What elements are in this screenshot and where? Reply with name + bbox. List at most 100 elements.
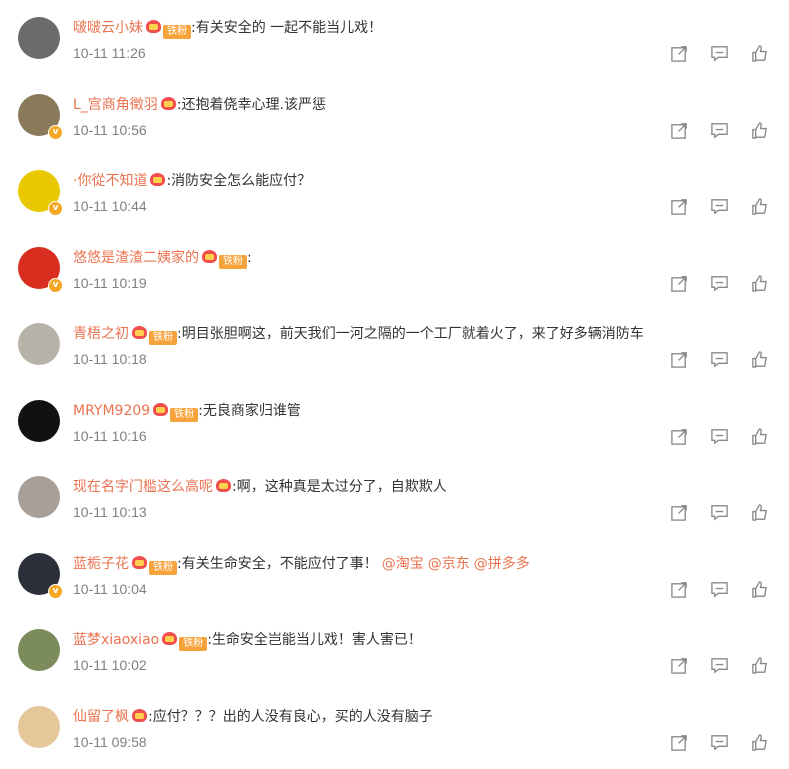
comment-icon[interactable] (710, 427, 729, 446)
avatar-image (18, 629, 60, 671)
like-icon[interactable] (750, 503, 769, 522)
like-icon[interactable] (750, 44, 769, 63)
username-link[interactable]: MRYM9209 (73, 403, 150, 419)
crown-icon (132, 708, 148, 723)
share-icon[interactable] (670, 733, 689, 752)
comment-item: v L_宫商角徵羽:还抱着侥幸心理.该严惩 10-11 10:56 (0, 77, 789, 154)
user-avatar[interactable] (18, 629, 60, 671)
comment-content: L_宫商角徵羽:还抱着侥幸心理.该严惩 (73, 94, 769, 116)
fan-badge: 铁粉 (219, 254, 247, 269)
username-link[interactable]: 现在名字门槛这么高呢 (73, 479, 213, 495)
comment-icon[interactable] (710, 274, 729, 293)
crown-icon (216, 479, 232, 493)
user-avatar[interactable] (18, 399, 60, 442)
avatar-image (18, 17, 60, 59)
username-link[interactable]: 悠悠是渣渣二姨家的 (73, 250, 199, 266)
comment-item: MRYM9209 铁粉:无良商家归谁管 10-11 10:16 (0, 383, 789, 460)
fan-badge: 铁粉 (179, 637, 208, 651)
share-icon[interactable] (670, 274, 689, 293)
comment-actions (670, 427, 769, 446)
username-link[interactable]: 蓝梦xiaoxiao (73, 632, 159, 648)
like-icon[interactable] (750, 733, 769, 752)
share-icon[interactable] (670, 503, 689, 522)
crown-icon (150, 173, 166, 187)
comment-icon[interactable] (710, 733, 729, 752)
share-icon[interactable] (670, 350, 689, 369)
comment-timestamp: 10-11 10:04 (73, 580, 147, 597)
comment-timestamp: 10-11 10:13 (73, 504, 147, 520)
comment-item: 啵啵云小妹 铁粉:有关安全的 一起不能当儿戏！ 10-11 11:26 (0, 0, 789, 77)
like-icon[interactable] (750, 197, 769, 216)
user-avatar[interactable] (18, 323, 60, 365)
crown-icon (202, 249, 218, 264)
comment-content: 现在名字门槛这么高呢:啊，这种真是太过分了，自欺欺人 (73, 476, 769, 498)
comment-item: v 蓝栀子花 铁粉:有关生命安全，不能应付了事！ @淘宝 @京东 @拼多多 10-11 10… (0, 536, 789, 613)
comment-icon[interactable] (710, 197, 729, 216)
user-avatar[interactable] (18, 476, 60, 518)
username-link[interactable]: L_宫商角徵羽 (73, 97, 158, 113)
crown-icon (160, 96, 177, 111)
comment-icon[interactable] (710, 121, 729, 140)
comment-timestamp: 10-11 09:58 (73, 733, 147, 750)
separator: : (247, 249, 252, 266)
crown-icon (153, 402, 169, 417)
comment-actions (670, 121, 769, 140)
like-icon[interactable] (750, 121, 769, 140)
user-avatar[interactable] (18, 17, 60, 59)
share-icon[interactable] (670, 427, 689, 446)
fan-badge: 铁粉 (163, 25, 191, 39)
comment-actions (670, 44, 769, 63)
username-link[interactable]: 啵啵云小妹 (73, 20, 143, 36)
comment-text: 消防安全怎么能应付？ (171, 173, 312, 189)
comment-icon[interactable] (710, 656, 729, 675)
username-link[interactable]: 仙留了枫 (73, 709, 129, 725)
comment-text: 有关安全的 一起不能当儿戏！ (195, 20, 383, 36)
like-icon[interactable] (750, 656, 769, 675)
verified-badge-icon: v (48, 277, 63, 293)
comment-content: ·你從不知道:消防安全怎么能应付？ (73, 170, 769, 192)
mention-link[interactable]: @京东 (428, 556, 470, 572)
share-icon[interactable] (670, 44, 689, 63)
comment-actions (670, 274, 769, 293)
comment-content: 蓝梦xiaoxiao 铁粉:生命安全岂能当儿戏！害人害已！ (73, 629, 769, 651)
comment-text: 啊，这种真是太过分了，自欺欺人 (236, 479, 447, 495)
comment-actions (670, 733, 769, 752)
like-icon[interactable] (750, 427, 769, 446)
share-icon[interactable] (670, 580, 689, 599)
comment-text: 生命安全岂能当儿戏！害人害已！ (211, 632, 422, 648)
mention-link[interactable]: @淘宝 (382, 556, 424, 572)
fan-badge: 铁粉 (149, 560, 177, 575)
like-icon[interactable] (750, 274, 769, 293)
comment-item: v ·你從不知道:消防安全怎么能应付？ 10-11 10:44 (0, 153, 789, 230)
share-icon[interactable] (670, 197, 689, 216)
like-icon[interactable] (750, 580, 769, 599)
fan-badge: 铁粉 (149, 331, 177, 345)
avatar-image (18, 399, 60, 442)
comment-item: 仙留了枫:应付？？？出的人没有良心，买的人没有脑子 10-11 09:58 (0, 689, 789, 766)
user-avatar[interactable] (18, 705, 60, 748)
comment-text: 明目张胆啊这，前天我们一河之隔的一个工厂就着火了，来了好多辆消防车 (181, 326, 644, 342)
crown-icon (162, 632, 178, 646)
comment-timestamp: 10-11 10:44 (73, 198, 147, 214)
username-link[interactable]: 青梧之初 (73, 326, 129, 342)
avatar-image (18, 323, 60, 365)
mention-link[interactable]: @拼多多 (474, 556, 530, 572)
username-link[interactable]: ·你從不知道 (73, 173, 147, 189)
comment-timestamp: 10-11 10:16 (73, 427, 147, 444)
like-icon[interactable] (750, 350, 769, 369)
comment-timestamp: 10-11 10:19 (73, 274, 147, 291)
share-icon[interactable] (670, 656, 689, 675)
comment-text: 有关生命安全，不能应付了事！ (181, 555, 378, 572)
comment-icon[interactable] (710, 350, 729, 369)
comment-icon[interactable] (710, 580, 729, 599)
comment-icon[interactable] (710, 44, 729, 63)
comment-timestamp: 10-11 11:26 (73, 45, 146, 61)
comment-item: 蓝梦xiaoxiao 铁粉:生命安全岂能当儿戏！害人害已！ 10-11 10:02 (0, 612, 789, 689)
comment-actions (670, 350, 769, 369)
share-icon[interactable] (670, 121, 689, 140)
comment-actions (670, 580, 769, 599)
username-link[interactable]: 蓝栀子花 (73, 556, 129, 572)
crown-icon (132, 326, 148, 340)
comment-list: 啵啵云小妹 铁粉:有关安全的 一起不能当儿戏！ 10-11 11:26 v L_宫商角徵… (0, 0, 789, 765)
comment-icon[interactable] (710, 503, 729, 522)
